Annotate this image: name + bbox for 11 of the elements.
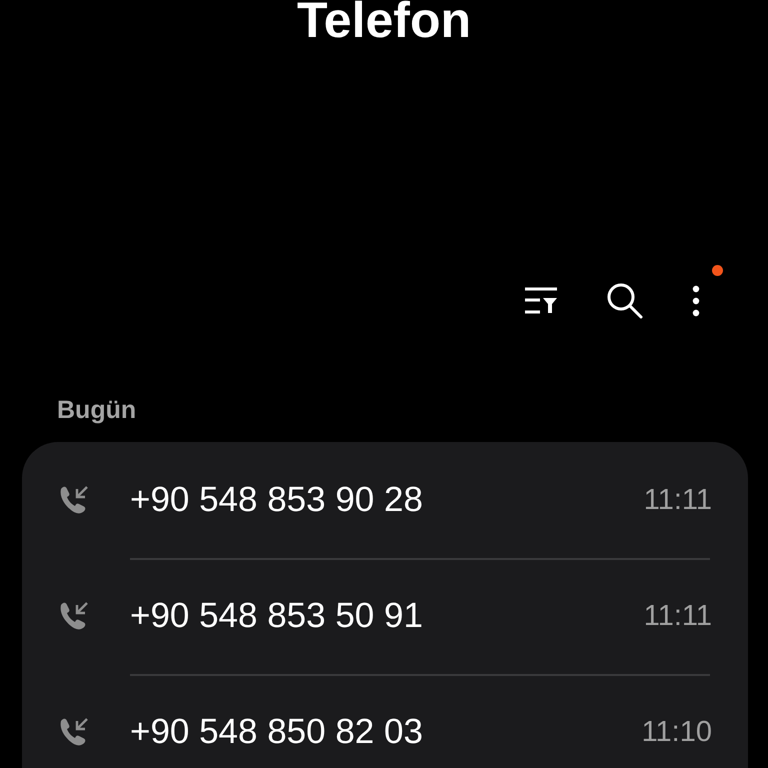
phone-number[interactable]: +90 548 850 82 03 (130, 712, 642, 752)
more-options-icon[interactable] (692, 285, 700, 317)
call-time: 11:10 (642, 716, 712, 748)
phone-number[interactable]: +90 548 853 90 28 (130, 480, 644, 520)
section-header: Bugün (57, 396, 138, 426)
call-time: 11:11 (644, 484, 712, 516)
filter-icon[interactable] (524, 286, 558, 316)
phone-number[interactable]: +90 548 853 50 91 (130, 596, 644, 636)
search-icon[interactable] (606, 282, 644, 320)
call-time: 11:11 (644, 600, 712, 632)
app-title: Telefon (296, 0, 472, 50)
